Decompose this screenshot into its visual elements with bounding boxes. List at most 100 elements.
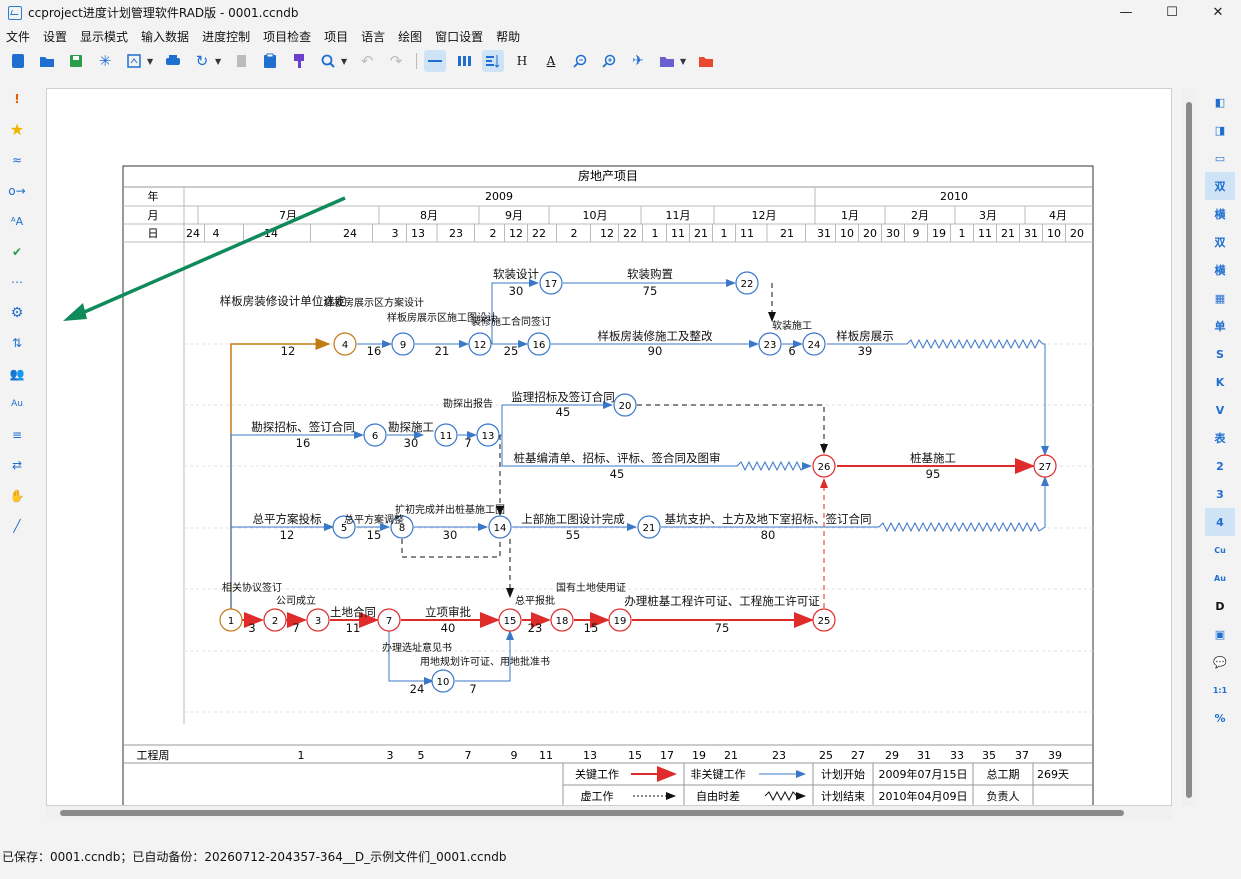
redo-icon[interactable]: ↷ (385, 50, 407, 72)
h-icon[interactable]: H (511, 50, 533, 72)
node-27[interactable]: 27 (1033, 454, 1057, 478)
minimize-button[interactable]: — (1103, 0, 1149, 25)
menu-progress-control[interactable]: 进度控制 (196, 28, 257, 45)
menu-project[interactable]: 项目 (318, 28, 355, 45)
dots-icon[interactable]: ⋯ (0, 267, 34, 298)
node-11[interactable]: 11 (434, 423, 458, 447)
node-26[interactable]: 26 (812, 454, 836, 478)
print-icon[interactable] (162, 50, 184, 72)
double-code-button[interactable]: 双 (1205, 172, 1235, 200)
node-7[interactable]: 7 (377, 608, 401, 632)
menu-file[interactable]: 文件 (0, 28, 37, 45)
refresh-dropdown-icon[interactable]: ▼ (215, 57, 223, 66)
menu-language[interactable]: 语言 (355, 28, 392, 45)
plane-icon[interactable]: ✈ (627, 50, 649, 72)
single-code-button[interactable]: 单 (1205, 312, 1235, 340)
zoom-icon[interactable] (317, 50, 339, 72)
users-icon[interactable]: 👥 (0, 359, 34, 390)
panel-bottom-icon[interactable]: ▭ (1205, 144, 1235, 172)
zoom-out-icon[interactable] (569, 50, 591, 72)
menu-project-check[interactable]: 项目检查 (257, 28, 318, 45)
text-size-icon[interactable]: ᴬA (0, 206, 34, 237)
a-icon[interactable]: A (540, 50, 562, 72)
sort-mode-icon[interactable] (482, 50, 504, 72)
hand-icon[interactable]: ✋ (0, 481, 34, 512)
node-22[interactable]: 22 (735, 271, 759, 295)
menu-display-mode[interactable]: 显示模式 (74, 28, 135, 45)
table-grid-icon[interactable]: ▦ (1205, 284, 1235, 312)
cu-button[interactable]: Cu (1205, 536, 1235, 564)
brush-icon[interactable] (288, 50, 310, 72)
open-icon[interactable] (36, 50, 58, 72)
zoom-dropdown-icon[interactable]: ▼ (341, 57, 349, 66)
node-23[interactable]: 23 (758, 332, 782, 356)
node-1[interactable]: 1 (219, 608, 243, 632)
star-icon[interactable]: ★ (0, 115, 34, 146)
node-15[interactable]: 15 (498, 608, 522, 632)
swap-icon[interactable]: ⇄ (0, 450, 34, 481)
vertical-scrollbar[interactable] (1182, 88, 1196, 806)
new-icon[interactable] (7, 50, 29, 72)
gear-icon[interactable]: ⚙ (0, 298, 34, 329)
k-button[interactable]: K (1205, 368, 1235, 396)
node-13[interactable]: 13 (476, 423, 500, 447)
node-3[interactable]: 3 (306, 608, 330, 632)
double-plus-button[interactable]: 双 (1205, 228, 1235, 256)
folder-dropdown-icon[interactable]: ▼ (680, 57, 688, 66)
au-icon[interactable]: Au (0, 389, 34, 420)
sort-icon[interactable]: ⇅ (0, 328, 34, 359)
panel-left-icon[interactable]: ◧ (1205, 88, 1235, 116)
export-dropdown-icon[interactable]: ▼ (147, 57, 155, 66)
node-16[interactable]: 16 (527, 332, 551, 356)
maximize-button[interactable]: ☐ (1149, 0, 1195, 25)
d-button[interactable]: D (1205, 592, 1235, 620)
node-19[interactable]: 19 (608, 608, 632, 632)
horizontal-button[interactable]: 横 (1205, 200, 1235, 228)
menu-window-settings[interactable]: 窗口设置 (429, 28, 490, 45)
close-button[interactable]: ✕ (1195, 0, 1241, 25)
level-4-button[interactable]: 4 (1205, 508, 1235, 536)
save-icon[interactable] (65, 50, 87, 72)
filter-icon[interactable]: ≡ (0, 420, 34, 451)
table-button[interactable]: 表 (1205, 424, 1235, 452)
folder-icon[interactable] (656, 50, 678, 72)
menu-settings[interactable]: 设置 (37, 28, 74, 45)
star-icon[interactable]: ✳ (94, 50, 116, 72)
node-17[interactable]: 17 (539, 271, 563, 295)
alert-icon[interactable]: ! (0, 84, 34, 115)
export-icon[interactable] (123, 50, 145, 72)
frame-icon[interactable]: ▣ (1205, 620, 1235, 648)
red-folder-icon[interactable] (695, 50, 717, 72)
ratio-button[interactable]: 1:1 (1205, 676, 1235, 704)
node-24[interactable]: 24 (802, 332, 826, 356)
refresh-icon[interactable]: ↻ (191, 50, 213, 72)
link-arrow-icon[interactable]: o→ (0, 176, 34, 207)
undo-icon[interactable]: ↶ (356, 50, 378, 72)
horizontal-plus-button[interactable]: 横 (1205, 256, 1235, 284)
paste-icon[interactable] (259, 50, 281, 72)
network-diagram-canvas[interactable]: 房地产项目 年 月 日 2009 2010 7月 8月 9月 10月 11月 1… (46, 88, 1172, 806)
node-18[interactable]: 18 (550, 608, 574, 632)
au-button[interactable]: Au (1205, 564, 1235, 592)
node-4[interactable]: 4 (333, 332, 357, 356)
node-6[interactable]: 6 (363, 423, 387, 447)
node-10[interactable]: 10 (431, 669, 455, 693)
node-12[interactable]: 12 (468, 332, 492, 356)
line-mode-icon[interactable] (424, 50, 446, 72)
level-2-button[interactable]: 2 (1205, 452, 1235, 480)
comment-icon[interactable]: 💬 (1205, 648, 1235, 676)
wave-icon[interactable]: ≈ (0, 145, 34, 176)
node-21[interactable]: 21 (637, 515, 661, 539)
horizontal-scroll-thumb[interactable] (60, 810, 1124, 816)
v-button[interactable]: V (1205, 396, 1235, 424)
s-button[interactable]: S (1205, 340, 1235, 368)
zoom-in-icon[interactable] (598, 50, 620, 72)
vertical-scroll-thumb[interactable] (1186, 102, 1192, 798)
node-2[interactable]: 2 (263, 608, 287, 632)
pen-icon[interactable]: ╱ (0, 511, 34, 542)
panel-right-icon[interactable]: ◨ (1205, 116, 1235, 144)
menu-input-data[interactable]: 输入数据 (135, 28, 196, 45)
node-20[interactable]: 20 (613, 393, 637, 417)
copy-icon[interactable] (230, 50, 252, 72)
node-14[interactable]: 14 (488, 515, 512, 539)
